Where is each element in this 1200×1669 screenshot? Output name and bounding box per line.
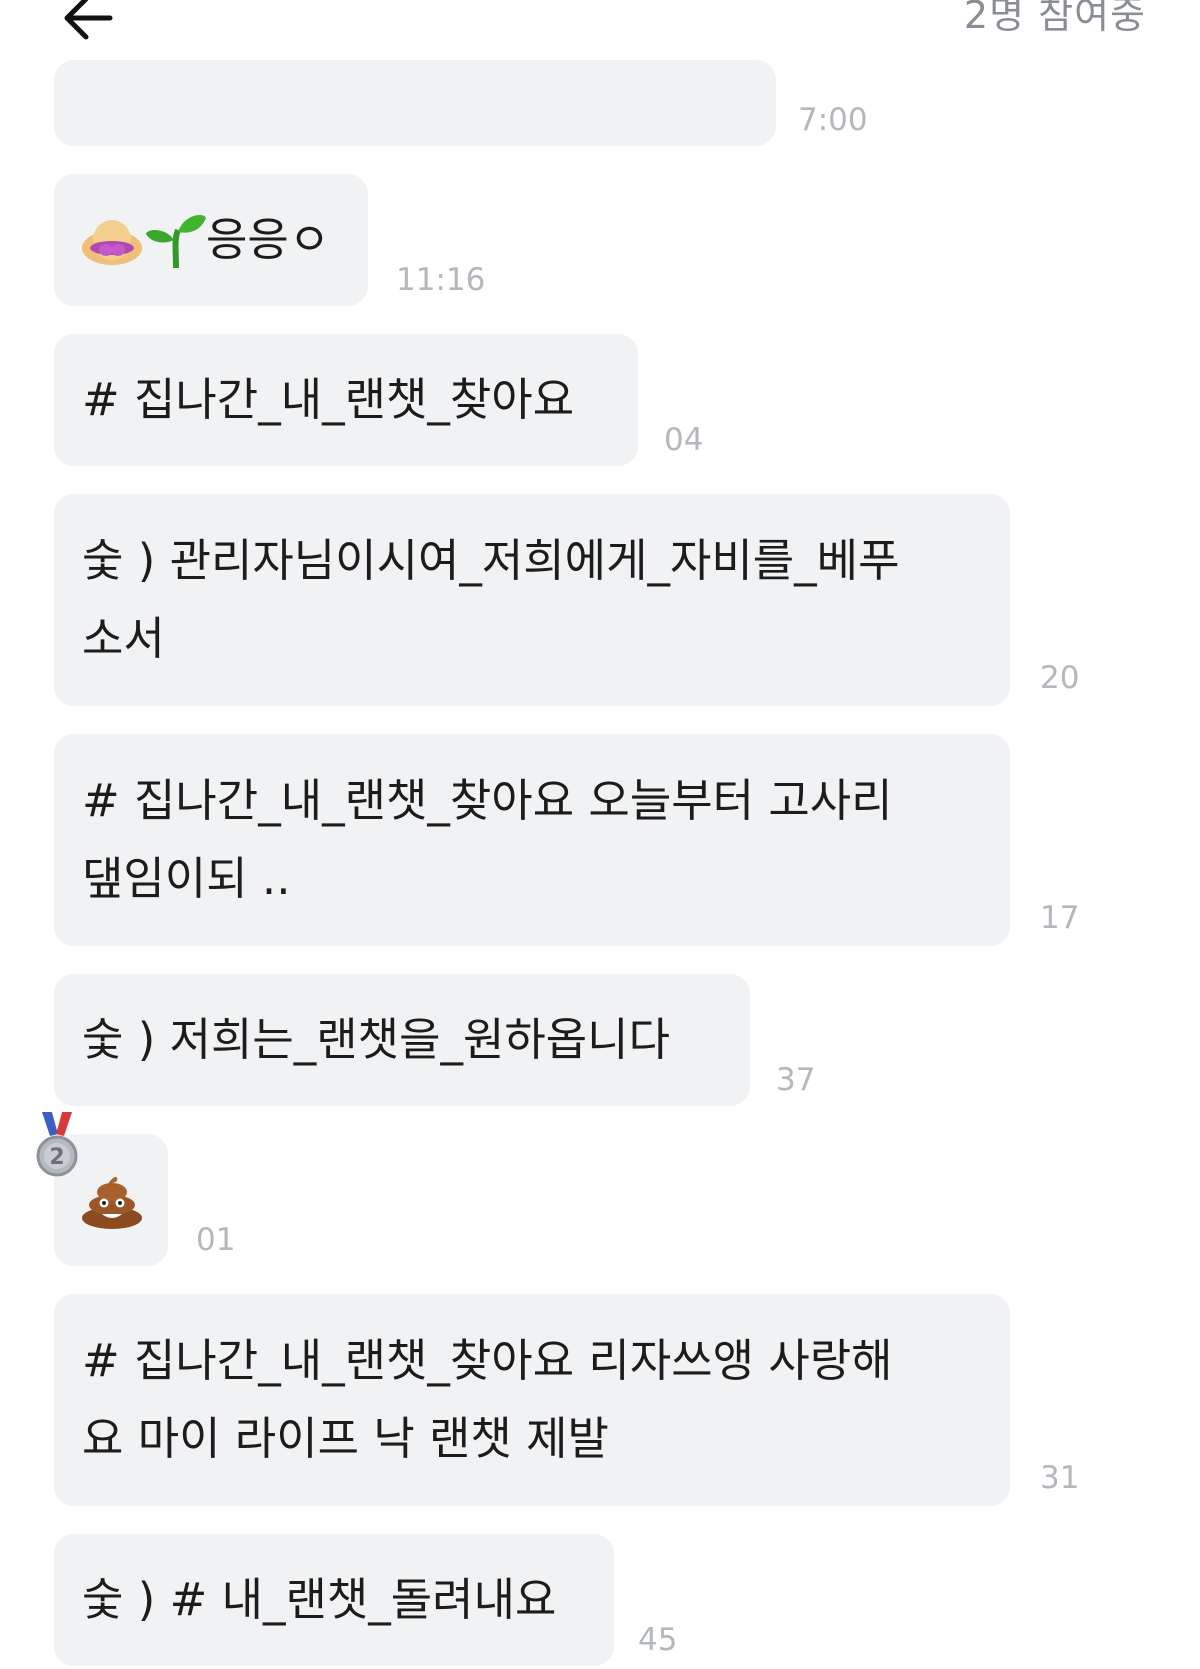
- message-text: # 집나간_내_랜챗_찾아요: [82, 373, 575, 426]
- bonnet-hat-icon: [80, 214, 144, 292]
- message-bubble[interactable]: # 집나간_내_랜챗_찾아요 오늘부터 고사리 댚임이되 ..: [54, 734, 1010, 946]
- participant-count: 2명 참여중: [963, 0, 1146, 37]
- message-text: # 집나간_내_랜챗_찾아요 리자쓰앵 사랑해 요 마이 라이프 낙 랜챗 제발: [82, 1334, 893, 1465]
- message-text: # 집나간_내_랜챗_찾아요 오늘부터 고사리 댚임이되 ..: [82, 774, 893, 905]
- svg-text:2: 2: [49, 1145, 64, 1170]
- message-bubble[interactable]: # 집나간_내_랜챗_찾아요: [54, 334, 638, 466]
- message-bubble[interactable]: 응응ㅇ: [54, 174, 368, 306]
- message-time: 37: [776, 1062, 816, 1098]
- message-bubble[interactable]: [54, 60, 776, 146]
- poop-icon: [82, 1177, 142, 1229]
- back-arrow-icon[interactable]: [62, 0, 114, 42]
- message-time: 20: [1040, 660, 1080, 696]
- message-bubble[interactable]: 숯 ) 저희는_랜챗을_원하옵니다: [54, 974, 750, 1106]
- message-text: 숯 ) 관리자님이시여_저희에게_자비를_베푸 소서: [82, 534, 900, 665]
- message-text: 숯 ) 저희는_랜챗을_원하옵니다: [82, 1013, 670, 1066]
- message-bubble[interactable]: # 집나간_내_랜챗_찾아요 리자쓰앵 사랑해 요 마이 라이프 낙 랜챗 제발: [54, 1294, 1010, 1506]
- message-bubble[interactable]: 숯 ) # 내_랜챗_돌려내요: [54, 1534, 614, 1666]
- message-time: 17: [1040, 900, 1080, 936]
- second-place-medal-icon: 2: [36, 1112, 78, 1177]
- message-time: 45: [638, 1622, 678, 1658]
- message-text: 숯 ) # 내_랜챗_돌려내요: [82, 1573, 557, 1626]
- seedling-icon: [144, 210, 208, 292]
- message-bubble[interactable]: 숯 ) 관리자님이시여_저희에게_자비를_베푸 소서: [54, 494, 1010, 706]
- message-time: 7:00: [798, 102, 868, 138]
- message-time: 11:16: [396, 262, 486, 298]
- message-time: 01: [196, 1222, 236, 1258]
- message-time: 04: [664, 422, 704, 458]
- message-time: 31: [1040, 1460, 1080, 1496]
